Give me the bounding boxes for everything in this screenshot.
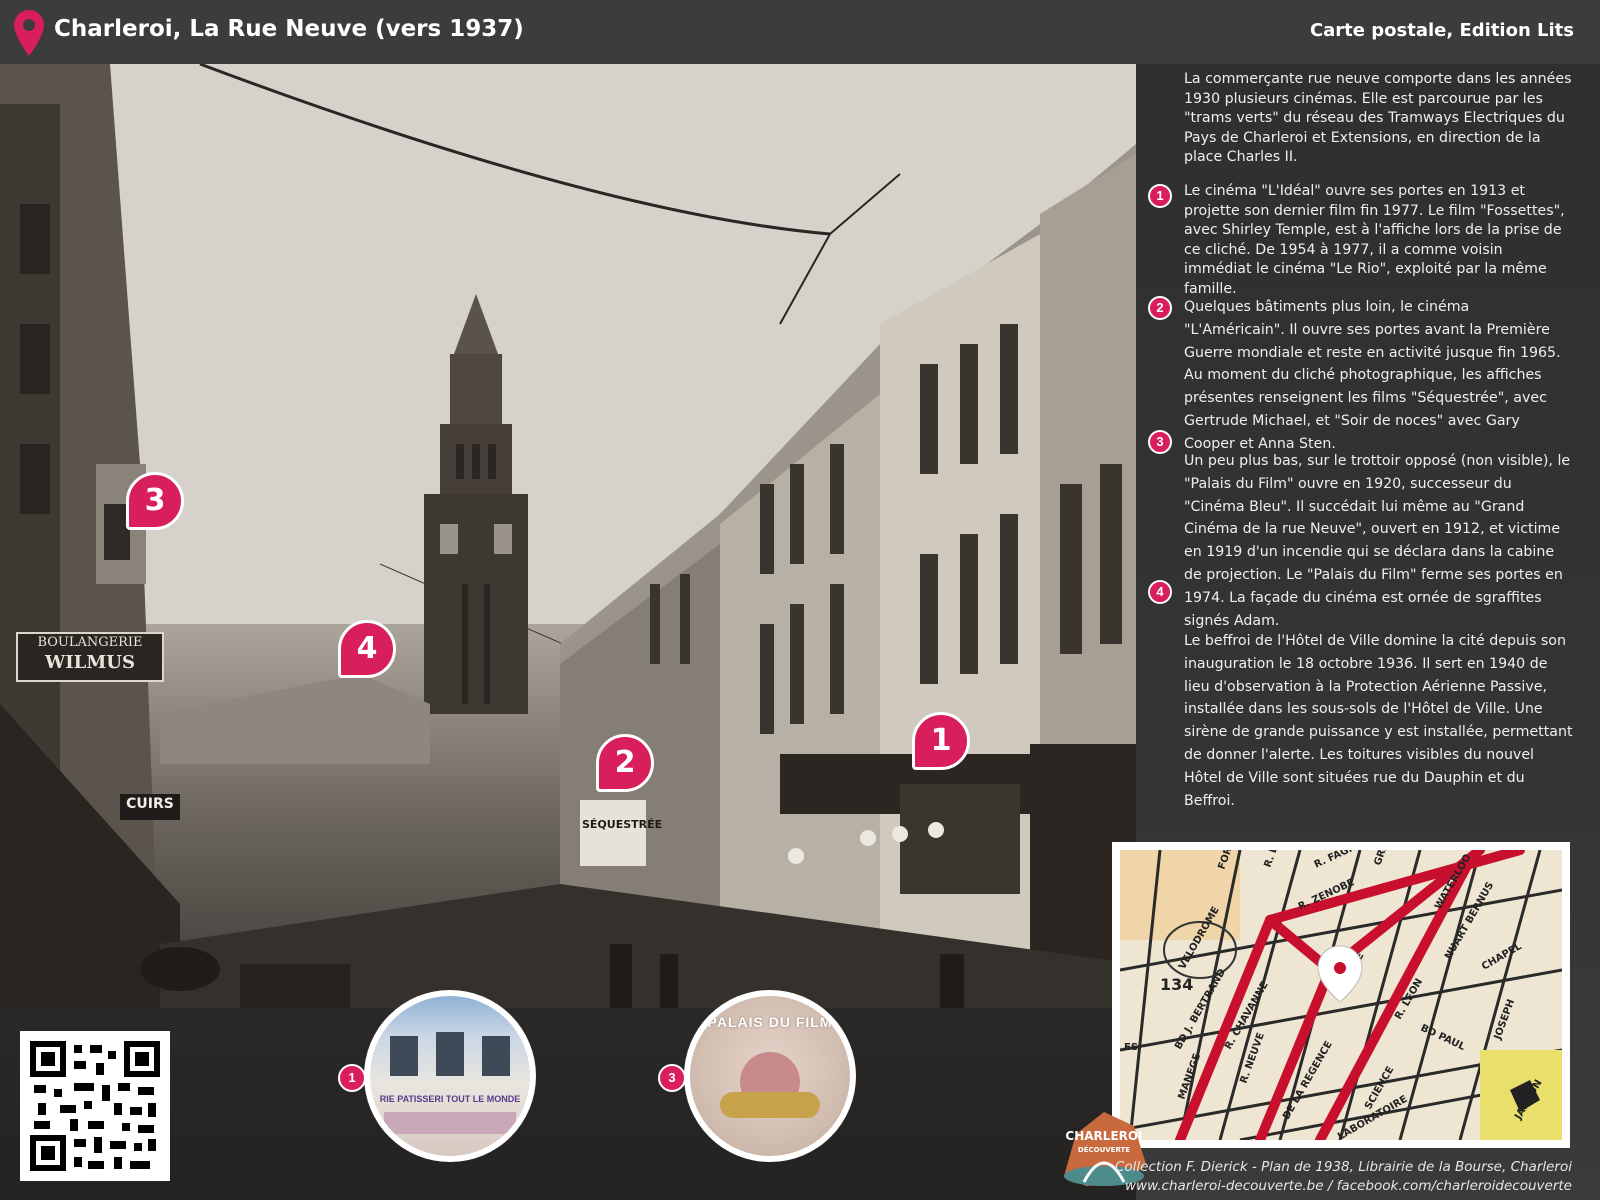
item-text-4: Le beffroi de l'Hôtel de Ville domine la… <box>1184 633 1573 809</box>
bakery-sign-line2: WILMUS <box>45 652 135 673</box>
historic-photo: BOULANGERIE WILMUS CUIRS SÉQUESTRÉE <box>0 64 1136 1008</box>
photo-marker-1[interactable]: 1 <box>912 712 970 770</box>
photo-marker-2[interactable]: 2 <box>596 734 654 792</box>
photo-marker-4[interactable]: 4 <box>338 620 396 678</box>
bakery-sign: BOULANGERIE WILMUS <box>16 632 164 682</box>
cuirs-sign: CUIRS <box>126 796 174 812</box>
city-map[interactable]: FORT R. DU R. FAGN GRAMM R. ZENOBE WATER… <box>1112 842 1570 1148</box>
thumbnail-badge-1: 1 <box>338 1064 366 1092</box>
thumbnail-facade-image: RIE PATISSERI TOUT LE MONDE <box>370 996 530 1156</box>
credit-line-2[interactable]: www.charleroi-decouverte.be / facebook.c… <box>1115 1177 1572 1196</box>
marker-number: 4 <box>356 631 378 666</box>
map-label: ES <box>1124 1042 1138 1053</box>
intro-text: La commerçante rue neuve comporte dans l… <box>1184 71 1572 165</box>
item-text-1: Le cinéma "L'Idéal" ouvre ses portes en … <box>1184 183 1565 297</box>
credit-line-1: Collection F. Dierick - Plan de 1938, Li… <box>1114 1159 1572 1175</box>
thumbnail-caption: RIE PATISSERI TOUT LE MONDE <box>379 1094 521 1104</box>
thumbnail-palais-du-film[interactable]: PALAIS DU FILM <box>684 990 856 1162</box>
item-badge-1: 1 <box>1148 184 1172 208</box>
street-photo-drawing <box>0 64 1136 1008</box>
photo-marker-3[interactable]: 3 <box>126 472 184 530</box>
map-pin-icon <box>14 10 44 56</box>
logo-line2: DÉCOUVERTE <box>1078 1145 1130 1154</box>
credits: Collection F. Dierick - Plan de 1938, Li… <box>1115 1158 1572 1196</box>
map-canvas: FORT R. DU R. FAGN GRAMM R. ZENOBE WATER… <box>1120 850 1562 1140</box>
street-map-drawing: FORT R. DU R. FAGN GRAMM R. ZENOBE WATER… <box>1120 850 1562 1140</box>
thumbnail-badge-3: 3 <box>658 1064 686 1092</box>
qr-code[interactable] <box>20 1031 170 1181</box>
marker-number: 1 <box>930 723 952 758</box>
logo-line1: CHARLEROI <box>1065 1129 1142 1143</box>
qr-code-icon <box>30 1041 160 1171</box>
thumbnail-caption: PALAIS DU FILM <box>707 1014 833 1030</box>
page-title: Charleroi, La Rue Neuve (vers 1937) <box>54 16 524 42</box>
header-bar: Charleroi, La Rue Neuve (vers 1937) Cart… <box>0 0 1600 65</box>
item-text-3: Un peu plus bas, sur le trottoir opposé … <box>1184 453 1571 629</box>
map-label: 134 <box>1160 975 1193 994</box>
source-label: Carte postale, Edition Lits <box>1309 20 1574 41</box>
marker-number: 3 <box>144 483 166 518</box>
bottom-strip <box>0 1008 1136 1200</box>
bakery-sign-line1: BOULANGERIE <box>37 635 143 650</box>
item-badge-3: 3 <box>1148 430 1172 454</box>
sequestree-poster: SÉQUESTRÉE <box>582 818 663 831</box>
item-badge-2: 2 <box>1148 296 1172 320</box>
marker-number: 2 <box>614 745 636 780</box>
thumbnail-cinema-ideal[interactable]: RIE PATISSERI TOUT LE MONDE <box>364 990 536 1162</box>
item-badge-4: 4 <box>1148 580 1172 604</box>
thumbnail-sgraffito-image: PALAIS DU FILM <box>690 996 850 1156</box>
item-text-2: Quelques bâtiments plus loin, le cinéma … <box>1184 299 1561 452</box>
